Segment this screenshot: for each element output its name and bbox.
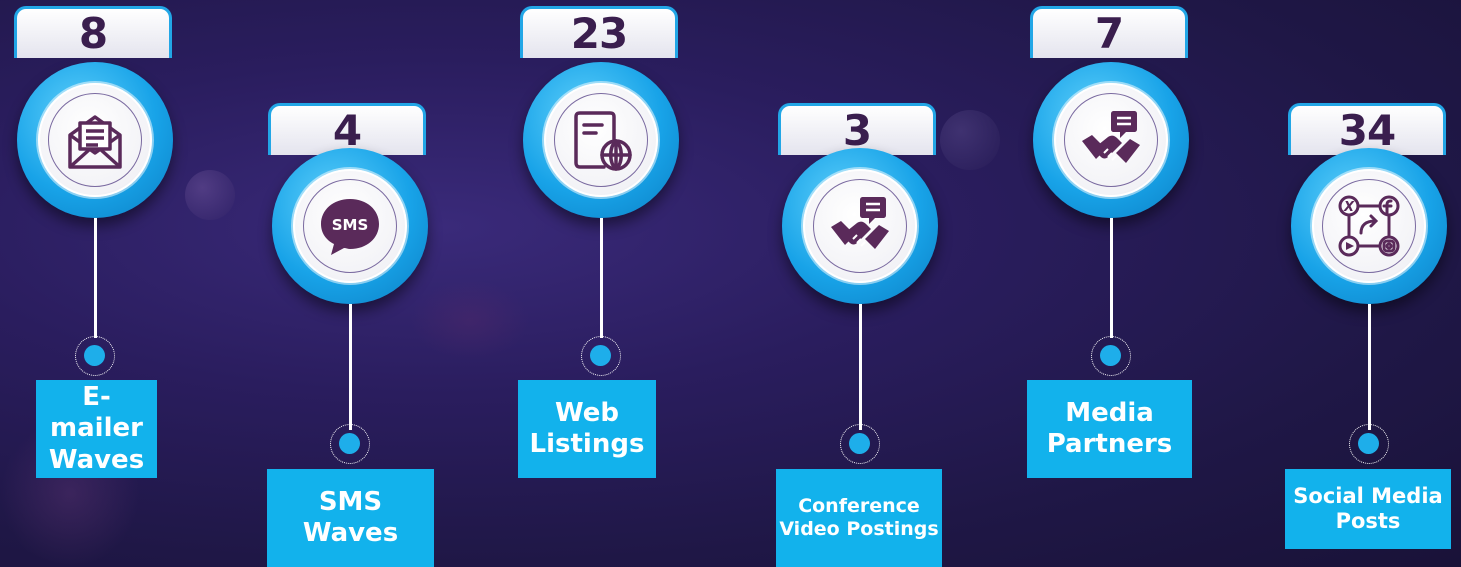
stat-label: Web Listings <box>518 380 656 478</box>
icon-ring <box>1033 62 1189 218</box>
envelope-icon <box>68 115 122 169</box>
connector-dot <box>75 336 115 376</box>
web-document-icon <box>574 111 632 171</box>
connector-dot <box>581 336 621 376</box>
count-badge: 7 <box>1030 6 1188 58</box>
connector-line <box>349 304 352 430</box>
icon-ring: X <box>1291 148 1447 304</box>
connector-dot <box>1349 424 1389 464</box>
count-badge: 8 <box>14 6 172 58</box>
background-blob <box>410 280 530 360</box>
icon-ring <box>523 62 679 218</box>
connector-line <box>600 218 603 338</box>
connector-line <box>1368 304 1371 430</box>
social-media-icon: X <box>1338 195 1400 257</box>
stat-label: SMS Waves <box>267 469 434 567</box>
connector-dot <box>330 424 370 464</box>
background-blob <box>185 170 235 220</box>
stat-label: Social Media Posts <box>1285 469 1451 549</box>
connector-dot <box>840 424 880 464</box>
background-blob <box>940 110 1000 170</box>
icon-ring: SMS <box>272 148 428 304</box>
connector-dot <box>1091 336 1131 376</box>
handshake-chat-icon <box>1082 111 1140 163</box>
icon-ring <box>782 148 938 304</box>
stat-label: Conference Video Postings <box>776 469 942 567</box>
connector-line <box>94 218 97 338</box>
icon-ring <box>17 62 173 218</box>
svg-text:SMS: SMS <box>332 216 369 234</box>
svg-text:X: X <box>1343 200 1355 215</box>
handshake-chat-icon <box>831 197 889 249</box>
stat-label: Media Partners <box>1027 380 1192 478</box>
connector-line <box>859 304 862 430</box>
connector-line <box>1110 218 1113 338</box>
stat-label: E-mailer Waves <box>36 380 157 478</box>
count-badge: 23 <box>520 6 678 58</box>
sms-bubble-icon: SMS <box>321 199 379 255</box>
